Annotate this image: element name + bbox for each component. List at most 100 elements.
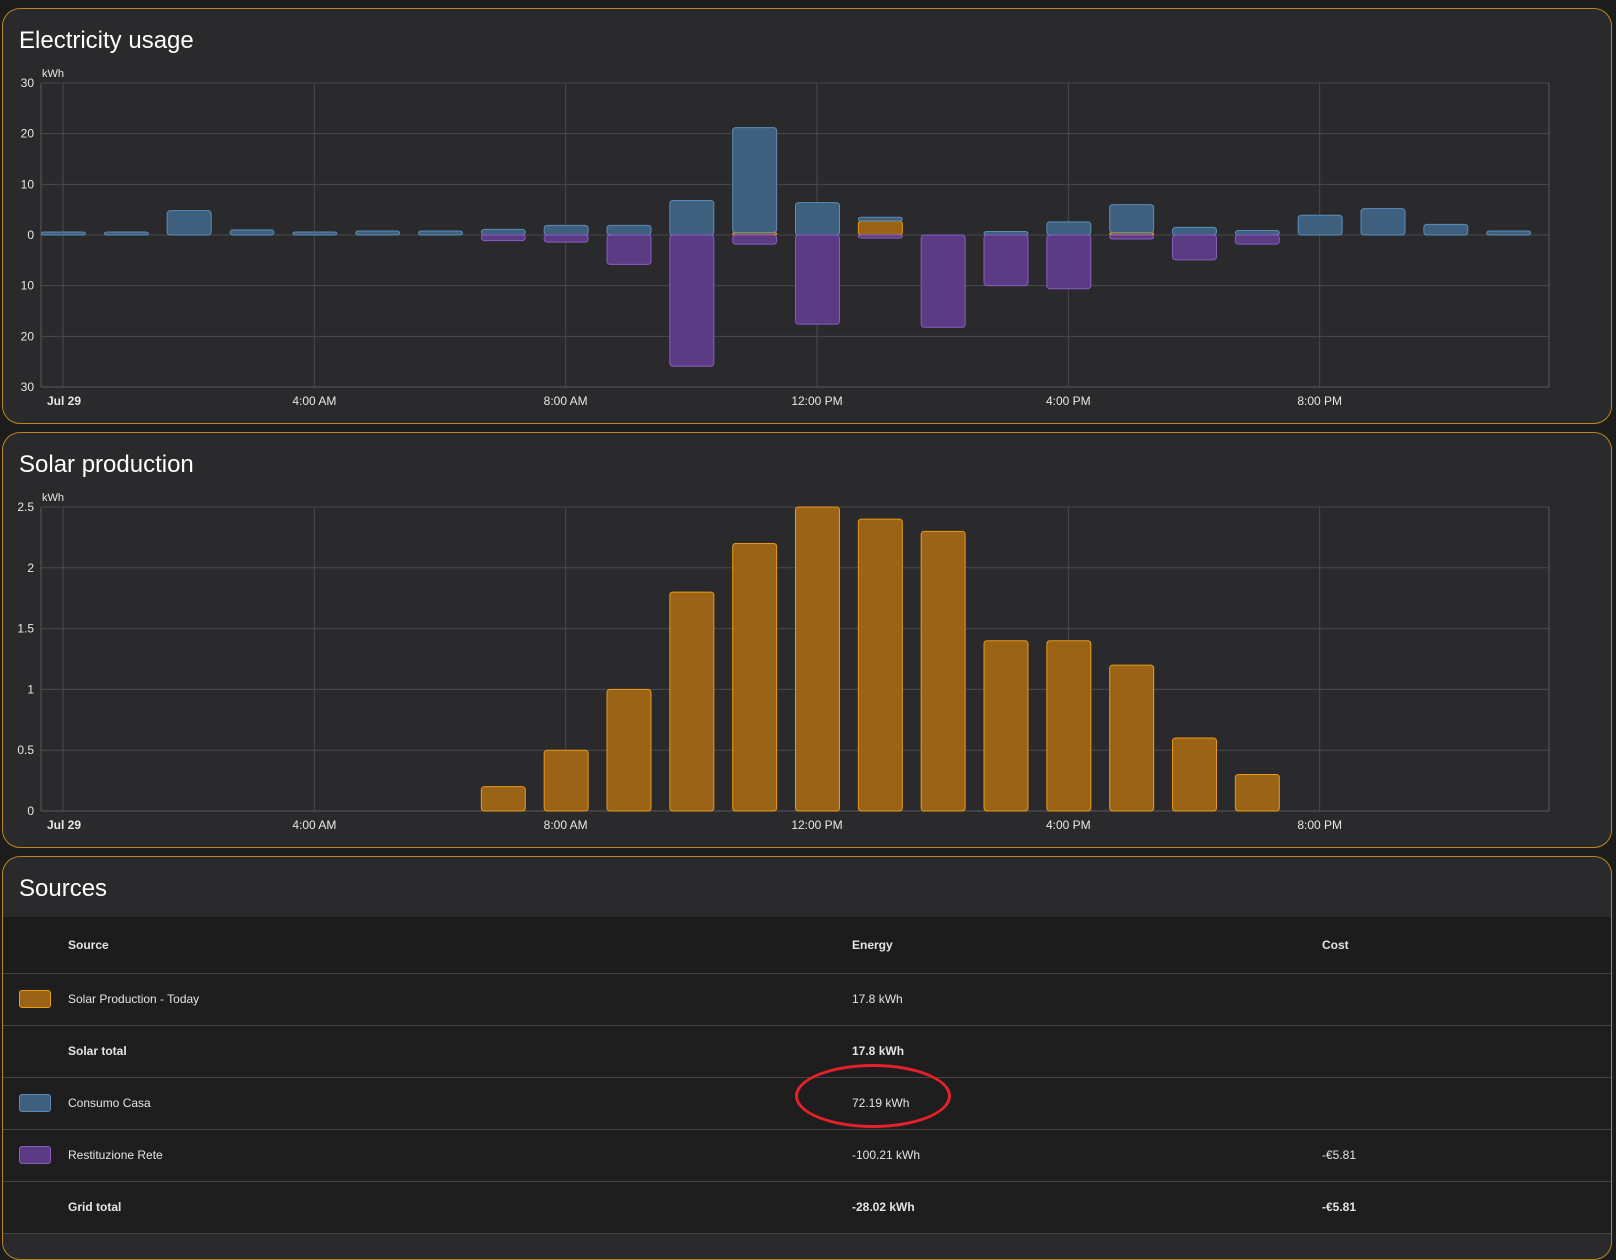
consumption-bar: [41, 231, 86, 236]
grid-return-bar: [1109, 234, 1155, 240]
consumption-bar: [669, 200, 715, 236]
grid-return-bar: [920, 234, 966, 328]
consumption-bar: [1360, 208, 1406, 236]
y-tick-label: 0: [27, 804, 34, 818]
y-tick-label: 0: [27, 228, 34, 242]
solar-bar: [1172, 737, 1217, 812]
energy-cell: 17.8 kWh: [852, 992, 903, 1006]
consumption-bar: [292, 231, 338, 236]
y-tick-label: 1: [27, 682, 34, 696]
source-cell: Restituzione Rete: [68, 1148, 163, 1162]
solar-bar: [1234, 774, 1280, 812]
consumption-bar: [543, 224, 589, 236]
consumption-bar: [606, 224, 652, 236]
consumption-bar: [795, 202, 840, 236]
grid-return-bar: [1046, 234, 1092, 290]
y-tick-label: 20: [21, 329, 35, 343]
source-cell: Solar total: [68, 1044, 127, 1058]
y-tick-label: 20: [21, 127, 35, 141]
x-tick-label: 4:00 AM: [292, 818, 336, 832]
source-header[interactable]: Source: [67, 917, 851, 973]
grid-return-bar: [732, 234, 778, 245]
cost-cell: -€5.81: [1322, 1148, 1357, 1162]
energy-cell: -100.21 kWh: [852, 1148, 921, 1162]
y-tick-label: 10: [21, 177, 35, 191]
consumption-bar: [103, 231, 149, 236]
grid-return-bar: [606, 234, 652, 265]
consumption-bar: [1486, 230, 1532, 236]
grid-return-swatch: [19, 1146, 51, 1164]
cost-cell: -€5.81: [1322, 1200, 1357, 1214]
solar-bar: [543, 749, 589, 812]
energy-header[interactable]: Energy: [851, 917, 1321, 973]
x-tick-label: 12:00 PM: [791, 818, 842, 832]
solar-bar: [857, 518, 903, 812]
solar-bar: [983, 640, 1029, 812]
consumption-bar: [1297, 214, 1343, 236]
solar-bar: [669, 591, 715, 812]
consumption-bar: [1172, 226, 1217, 236]
unit-label: kWh: [42, 68, 64, 80]
solar-production-card: Solar production kWh 2.5 2 1.5 1 0.5 0 Jul 29 4:…: [2, 432, 1612, 848]
y-tick-label: 2: [27, 561, 34, 575]
consumption-bar: [229, 229, 275, 236]
cost-header[interactable]: Cost: [1321, 917, 1611, 973]
x-tick-label: 8:00 AM: [544, 394, 588, 408]
solar-production-chart: kWh 2.5 2 1.5 1 0.5 0 Jul 29 4:00 AM 8:00 AM 12:00…: [17, 492, 1550, 832]
electricity-usage-card: Electricity usage kWh 30 20 10 0 10 20 30 Jul 29…: [2, 8, 1612, 424]
consumption-bar: [1109, 204, 1155, 233]
solar-bar: [1046, 640, 1092, 812]
consumption-bar: [480, 228, 526, 236]
solar-bar: [480, 786, 526, 812]
swatch-header: [3, 917, 67, 973]
solar-swatch: [19, 990, 51, 1008]
consumption-bar: [355, 230, 401, 236]
energy-cell: 72.19 kWh: [795, 1063, 1321, 1129]
table-header-row: Source Energy Cost: [3, 917, 1611, 973]
table-row[interactable]: Solar total 17.8 kWh: [3, 1025, 1611, 1077]
x-tick-label: 8:00 AM: [544, 818, 588, 832]
y-tick-label: 2.5: [17, 500, 34, 514]
grid-return-bar: [1234, 234, 1280, 245]
consumption-bar: [166, 210, 212, 236]
x-tick-label: 8:00 PM: [1297, 818, 1342, 832]
energy-value: 72.19 kWh: [852, 1096, 910, 1110]
solar-bar: [795, 506, 840, 812]
source-cell: Consumo Casa: [68, 1096, 151, 1110]
x-tick-label: 12:00 PM: [791, 394, 842, 408]
y-tick-label: 10: [21, 279, 35, 293]
x-tick-label: 8:00 PM: [1297, 394, 1342, 408]
grid-return-bar: [1172, 234, 1217, 261]
x-tick-label: Jul 29: [47, 818, 81, 832]
grid-return-bar: [983, 234, 1029, 287]
y-tick-label: 0.5: [17, 743, 34, 757]
consumption-bar: [1234, 229, 1280, 236]
source-cell: Grid total: [68, 1200, 122, 1214]
table-row[interactable]: Solar Production - Today 17.8 kWh: [3, 973, 1611, 1025]
cost-cell: [1321, 1025, 1611, 1077]
consumption-bar: [983, 230, 1029, 236]
consumption-bar: [857, 216, 903, 222]
consumption-bar: [1046, 221, 1092, 236]
solar-bar: [1109, 664, 1155, 812]
sources-card: Sources Source Energy Cost Solar Product…: [2, 856, 1612, 1260]
unit-label: kWh: [42, 492, 64, 504]
grid-return-bar: [795, 234, 840, 325]
consumption-bar: [1423, 223, 1469, 236]
consumption-bar: [418, 230, 463, 236]
card-title: Sources: [19, 875, 108, 902]
y-tick-label: 1.5: [17, 622, 34, 636]
consumption-bar: [732, 127, 778, 233]
cost-cell: [1321, 973, 1611, 1025]
x-tick-label: 4:00 PM: [1046, 394, 1091, 408]
solar-bar: [857, 220, 903, 236]
table-row[interactable]: Restituzione Rete -100.21 kWh -€5.81: [3, 1129, 1611, 1181]
table-row[interactable]: Consumo Casa 72.19 kWh: [3, 1063, 1611, 1129]
cost-cell: [1321, 1077, 1611, 1129]
grid-return-bar: [857, 234, 903, 239]
y-tick-label: 30: [21, 76, 35, 90]
x-tick-label: 4:00 PM: [1046, 818, 1091, 832]
solar-bar: [920, 530, 966, 812]
table-row[interactable]: Grid total -28.02 kWh -€5.81: [3, 1181, 1611, 1233]
energy-cell: 17.8 kWh: [852, 1044, 905, 1058]
